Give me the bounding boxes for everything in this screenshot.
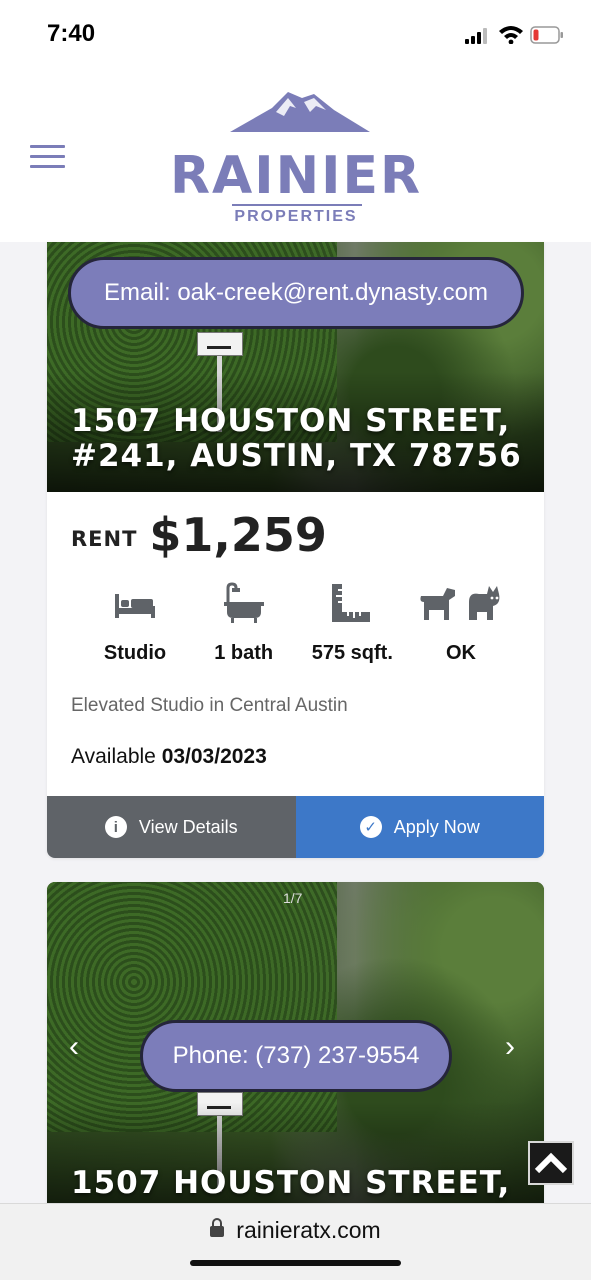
dog-cat-icon: [420, 586, 500, 620]
feature-area: 575 sqft.: [302, 582, 402, 665]
home-indicator[interactable]: [190, 1260, 401, 1266]
view-details-button[interactable]: i View Details: [47, 796, 296, 858]
cellular-signal-icon: [465, 28, 491, 44]
feature-pets: OK: [411, 582, 511, 665]
chevron-right-icon[interactable]: ›: [505, 1030, 515, 1064]
battery-icon: [530, 26, 563, 44]
listing-description: Elevated Studio in Central Austin: [71, 695, 348, 716]
listing-actions: i View Details ✓ Apply Now: [47, 796, 544, 858]
mountain-icon: [230, 92, 370, 132]
rent-row: RENT $1,259: [71, 508, 520, 562]
wifi-icon: [499, 26, 523, 44]
available-date: 03/03/2023: [161, 745, 267, 768]
rent-value: $1,259: [149, 508, 327, 562]
feature-bathrooms: 1 bath: [194, 582, 294, 665]
chevron-up-icon: [534, 1152, 568, 1174]
chevron-left-icon[interactable]: ‹: [69, 1030, 79, 1064]
apply-now-button[interactable]: ✓ Apply Now: [295, 796, 544, 858]
feature-list: Studio 1 bath 575 sqft. OK: [71, 582, 511, 665]
url-text: rainieratx.com: [236, 1217, 381, 1243]
listing-card: 1507 HOUSTON STREET, #241, AUSTIN, TX 78…: [47, 242, 544, 858]
photo-counter: 1/7: [283, 890, 303, 906]
rent-label: RENT: [71, 527, 138, 551]
check-circle-icon: ✓: [359, 816, 382, 838]
logo-subtitle: PROPERTIES: [234, 208, 358, 225]
status-time: 7:40: [47, 20, 96, 47]
browser-url-bar[interactable]: rainieratx.com: [0, 1203, 591, 1280]
status-bar: 7:40: [0, 0, 591, 70]
scroll-to-top-button[interactable]: [528, 1141, 574, 1185]
listing-body: RENT $1,259 Studio 1 bath 575 sqft. OK E…: [47, 492, 544, 769]
info-icon: i: [104, 816, 127, 838]
phone-pill[interactable]: Phone: (737) 237-9554: [140, 1020, 452, 1092]
lock-icon: [210, 1218, 225, 1237]
availability: Available 03/03/2023: [71, 745, 267, 768]
hamburger-menu-icon[interactable]: [30, 145, 65, 169]
bathtub-icon: [223, 582, 264, 623]
feature-bedrooms: Studio: [85, 582, 185, 665]
ruler-area-icon: [332, 584, 371, 622]
logo-wordmark: RAINIER: [169, 146, 423, 206]
email-pill[interactable]: Email: oak-creek@rent.dynasty.com: [68, 257, 524, 329]
rainier-logo[interactable]: RAINIER PROPERTIES: [168, 88, 424, 230]
listing-address: 1507 HOUSTON STREET,: [71, 1165, 511, 1201]
logo-divider: [232, 204, 362, 206]
bed-icon: [115, 594, 155, 618]
site-header: RAINIER PROPERTIES: [0, 70, 591, 242]
listing-address: 1507 HOUSTON STREET, #241, AUSTIN, TX 78…: [71, 403, 522, 474]
office-sign: [197, 332, 243, 356]
